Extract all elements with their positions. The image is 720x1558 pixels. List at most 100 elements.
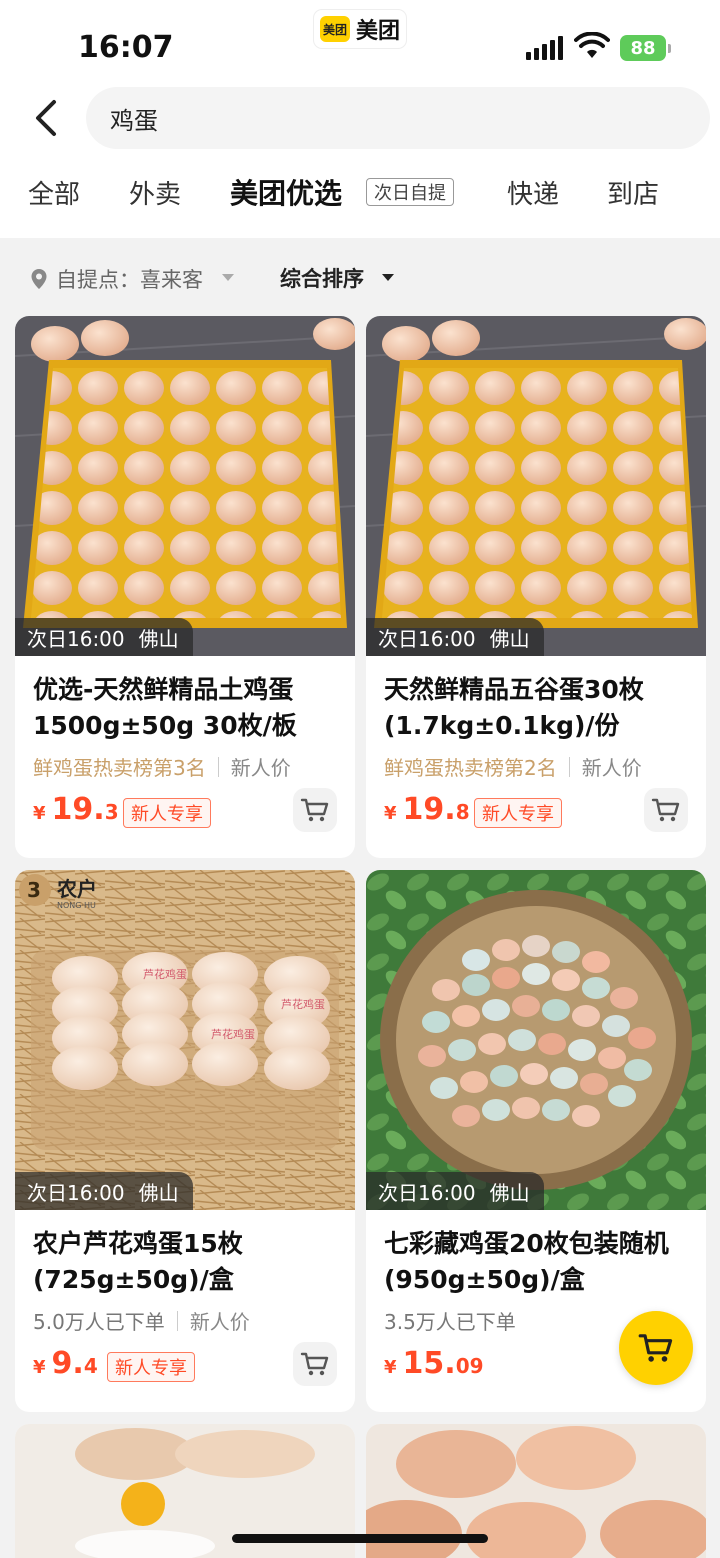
tab-meituan-youxuan[interactable]: 美团优选 (230, 172, 343, 212)
egg-stamp: 芦花鸡蛋 (281, 997, 325, 1011)
delivery-time-tag: 次日16:00 佛山 (366, 618, 544, 656)
search-input[interactable]: 鸡蛋 (86, 87, 710, 149)
price-decimal: 09 (455, 1354, 484, 1378)
chevron-down-icon (222, 274, 234, 281)
top-bar: 16:07 美团 美团 88 鸡蛋 全部 外卖 美团优选 次日自提 快递 到店 (0, 0, 720, 238)
delivery-time: 次日16:00 (378, 626, 476, 651)
product-title[interactable]: 优选-天然鲜精品土鸡蛋1500g±50g 30枚/板 (33, 672, 343, 744)
product-title[interactable]: 天然鲜精品五谷蛋30枚(1.7kg±0.1kg)/份 (384, 672, 694, 744)
add-to-cart-button[interactable] (293, 1342, 337, 1386)
price-decimal: 8 (455, 800, 470, 824)
floating-cart-button[interactable] (619, 1311, 693, 1385)
product-price: ¥ 19. 8 (384, 792, 470, 827)
price-decimal: 4 (83, 1354, 98, 1378)
product-title[interactable]: 七彩藏鸡蛋20枚包装随机 (950g±50g)/盒 (384, 1226, 694, 1298)
home-indicator[interactable] (232, 1534, 488, 1543)
divider (568, 756, 570, 777)
hot-rank-text[interactable]: 鲜鸡蛋热卖榜第3名 (33, 752, 206, 781)
tab-takeout[interactable]: 外卖 (129, 174, 181, 211)
signal-icon (526, 36, 563, 60)
basket-colorful-eggs-image (366, 870, 706, 1210)
product-price: ¥ 19. 3 (33, 792, 119, 827)
location-pin-icon (31, 269, 47, 289)
price-integer: 19. (402, 792, 456, 827)
new-user-price-text: 新人价 (581, 756, 642, 780)
status-time: 16:07 (78, 30, 174, 65)
add-to-cart-button[interactable] (293, 788, 337, 832)
egg-tray-image (366, 316, 706, 656)
delivery-time-tag: 次日16:00 佛山 (15, 1172, 193, 1210)
cart-icon (300, 798, 329, 822)
delivery-time: 次日16:00 (27, 626, 125, 651)
cart-icon (638, 1334, 673, 1362)
product-image[interactable]: 芦花鸡蛋 芦花鸡蛋 芦花鸡蛋 3 农户 NONG·HU 次日16:00 佛山 (15, 870, 355, 1210)
egg-stamp: 芦花鸡蛋 (143, 967, 187, 981)
delivery-city: 佛山 (138, 1180, 179, 1205)
delivery-city: 佛山 (489, 626, 530, 651)
svg-text:3: 3 (27, 878, 41, 902)
pickup-value: 喜来客 (140, 268, 203, 292)
product-price: ¥ 9. 4 (33, 1346, 98, 1381)
add-to-cart-button[interactable] (644, 788, 688, 832)
tab-all[interactable]: 全部 (28, 174, 80, 211)
product-title[interactable]: 农户芦花鸡蛋15枚(725g±50g)/盒 (33, 1226, 343, 1298)
product-meta: 5.0万人已下单 新人价 (33, 1306, 250, 1335)
delivery-city: 佛山 (138, 626, 179, 651)
sort-selector[interactable]: 综合排序 (280, 263, 364, 293)
divider (176, 1310, 178, 1331)
next-day-pickup-badge: 次日自提 (366, 178, 454, 206)
product-card[interactable]: 芦花鸡蛋 芦花鸡蛋 芦花鸡蛋 3 农户 NONG·HU 次日16:00 佛山 农… (15, 870, 355, 1412)
currency-symbol: ¥ (33, 803, 46, 824)
meituan-logo-icon: 美团 (320, 16, 350, 42)
orders-count: 3.5万人已下单 (384, 1310, 516, 1334)
product-image[interactable]: 次日16:00 佛山 (15, 316, 355, 656)
app-badge[interactable]: 美团 美团 (314, 10, 406, 48)
product-meta: 3.5万人已下单 (384, 1306, 516, 1335)
delivery-city: 佛山 (489, 1180, 530, 1205)
new-user-exclusive-badge: 新人专享 (107, 1352, 195, 1382)
new-user-exclusive-badge: 新人专享 (123, 798, 211, 828)
new-user-price-text: 新人价 (189, 1310, 250, 1334)
brand-logo: 农户 (56, 877, 97, 901)
currency-symbol: ¥ (384, 803, 397, 824)
pickup-point-selector[interactable]: 自提点：喜来客 (56, 264, 203, 294)
cart-icon (300, 1352, 329, 1376)
product-price: ¥ 15. 09 (384, 1346, 484, 1381)
app-name: 美团 (356, 19, 401, 44)
product-image[interactable]: 次日16:00 佛山 (366, 870, 706, 1210)
price-decimal: 3 (104, 800, 119, 824)
search-query: 鸡蛋 (110, 106, 158, 135)
price-integer: 9. (51, 1346, 84, 1381)
price-integer: 15. (402, 1346, 456, 1381)
orders-count: 5.0万人已下单 (33, 1310, 165, 1334)
hot-rank-text[interactable]: 鲜鸡蛋热卖榜第2名 (384, 752, 557, 781)
new-user-exclusive-badge: 新人专享 (474, 798, 562, 828)
delivery-time-tag: 次日16:00 佛山 (15, 618, 193, 656)
battery-icon: 88 (620, 35, 671, 61)
egg-tray-image (15, 316, 355, 656)
price-integer: 19. (51, 792, 105, 827)
product-meta: 鲜鸡蛋热卖榜第2名 新人价 (384, 752, 642, 781)
straw-eggs-image: 芦花鸡蛋 芦花鸡蛋 芦花鸡蛋 3 农户 NONG·HU (15, 870, 355, 1210)
delivery-time: 次日16:00 (27, 1180, 125, 1205)
delivery-time-tag: 次日16:00 佛山 (366, 1172, 544, 1210)
product-card[interactable]: 次日16:00 佛山 优选-天然鲜精品土鸡蛋1500g±50g 30枚/板 鲜鸡… (15, 316, 355, 858)
delivery-time: 次日16:00 (378, 1180, 476, 1205)
currency-symbol: ¥ (384, 1357, 397, 1378)
brand-logo-sub: NONG·HU (57, 901, 96, 910)
product-meta: 鲜鸡蛋热卖榜第3名 新人价 (33, 752, 291, 781)
product-image[interactable]: 次日16:00 佛山 (366, 316, 706, 656)
tab-label: 美团优选 (230, 177, 343, 210)
product-card[interactable]: 次日16:00 佛山 天然鲜精品五谷蛋30枚(1.7kg±0.1kg)/份 鲜鸡… (366, 316, 706, 858)
back-arrow-icon[interactable] (24, 92, 68, 144)
tab-express[interactable]: 快递 (507, 174, 559, 211)
pickup-label: 自提点： (56, 268, 140, 292)
cart-icon (651, 798, 680, 822)
currency-symbol: ¥ (33, 1357, 46, 1378)
chevron-down-icon (382, 274, 394, 281)
new-user-price-text: 新人价 (230, 756, 291, 780)
filter-row: 自提点：喜来客 综合排序 (0, 262, 720, 294)
tab-in-store[interactable]: 到店 (607, 174, 659, 211)
egg-stamp: 芦花鸡蛋 (211, 1027, 255, 1041)
divider (217, 756, 219, 777)
